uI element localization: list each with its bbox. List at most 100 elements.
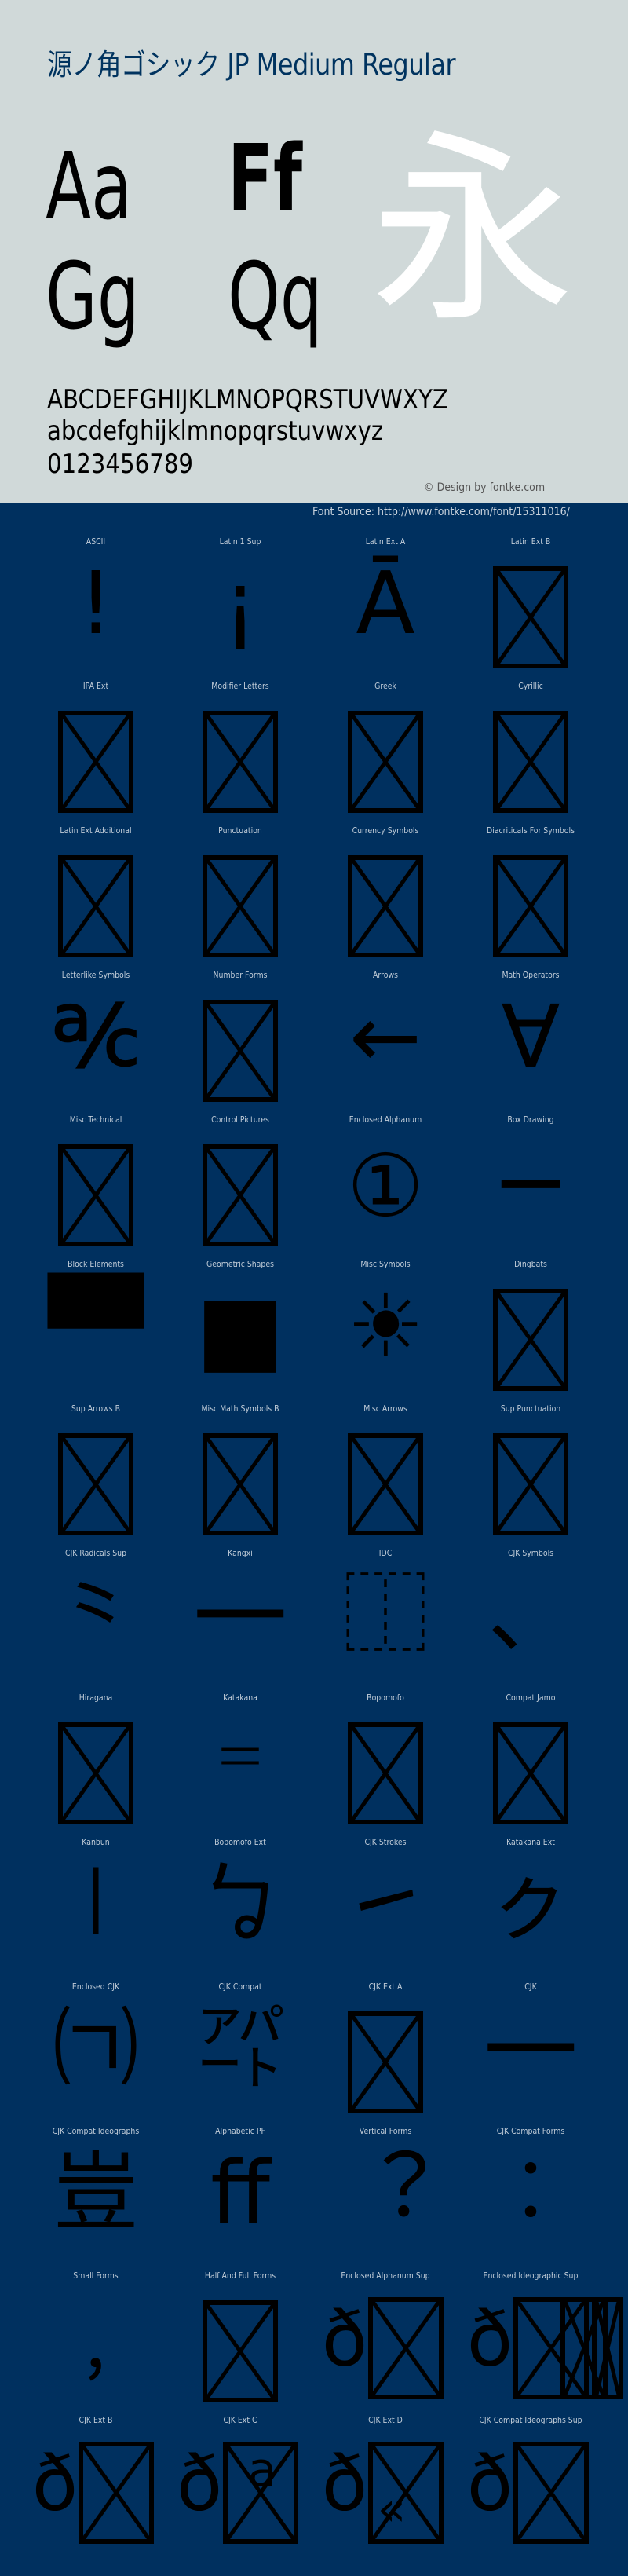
block-label: Math Operators [502, 970, 560, 980]
digits-sample: 0123456789 [47, 448, 194, 480]
glyph-area [168, 841, 312, 959]
block-label: Letterlike Symbols [61, 970, 130, 980]
block-label: ASCII [86, 536, 106, 547]
glyph-area: ð « [313, 2431, 458, 2549]
block-label: Control Pictures [211, 1114, 269, 1125]
missing-glyph-icon [348, 1722, 423, 1824]
unicode-block-cell: CJK Compat Ideographs 豈 [24, 2126, 168, 2270]
glyph-area: ⺀ [24, 1564, 168, 1681]
block-label: Kanbun [82, 1837, 110, 1847]
glyph-area: ゠ [168, 1708, 312, 1826]
block-label: CJK Symbols [507, 1548, 554, 1558]
block-label: Latin Ext B [510, 536, 551, 547]
missing-glyph-icon [58, 855, 133, 957]
block-label: CJK Ext C [223, 2415, 257, 2425]
glyph-area: ⿰ [313, 1564, 458, 1681]
glyph-area: ㇀ [313, 1853, 458, 1970]
block-label: Latin 1 Sup [219, 536, 261, 547]
unicode-block-cell: Alphabetic PF ﬀ [168, 2126, 312, 2270]
missing-glyph-icon [493, 1289, 568, 1391]
glyph-area: ð [24, 2431, 168, 2549]
glyph-area: ㇰ [458, 1853, 603, 1970]
block-label: CJK Compat [218, 1981, 262, 1992]
glyph-sample: 、 [487, 1564, 574, 1665]
font-preview-header: 源ノ角ゴシック JP Medium Regular Aa Ff Gg Qq 永 … [0, 0, 628, 503]
unicode-block-cell: Bopomofo [313, 1692, 458, 1837]
block-label: IPA Ext [82, 681, 109, 691]
block-label: CJK Compat Forms [496, 2126, 565, 2136]
unicode-block-cell: Misc Arrows [313, 1403, 458, 1548]
glyph-area [168, 986, 312, 1103]
glyph-area: ☀ [313, 1275, 458, 1392]
glyph-area: ① [313, 1130, 458, 1248]
font-source-link[interactable]: Font Source: http://www.fontke.com/font/… [312, 506, 570, 518]
glyph-area: ¡ [168, 552, 312, 670]
unicode-block-cell: CJK Radicals Sup ⺀ [24, 1548, 168, 1692]
glyph-area: ︖ [313, 2142, 458, 2259]
glyph-sample: Ā [356, 553, 415, 653]
glyph-sample: ⼀ [193, 1564, 287, 1673]
glyph-area [458, 1708, 603, 1826]
unicode-block-cell: Small Forms ﹐ [24, 2270, 168, 2415]
unicode-block-cell: Katakana ゠ [168, 1692, 312, 1837]
block-label: Latin Ext A [365, 536, 406, 547]
block-label: CJK Ext B [78, 2415, 113, 2425]
unicode-block-cell: Kangxi ⼀ [168, 1548, 312, 1692]
glyph-area [24, 841, 168, 959]
glyph-area: Ā [313, 552, 458, 670]
glyph-area: ㌀ [168, 1997, 312, 2115]
unicode-block-cell: Latin Ext Additional [24, 825, 168, 970]
unicode-block-cell: Latin Ext A Ā [313, 536, 458, 681]
block-label: Diacriticals For Symbols [487, 825, 575, 836]
unicode-block-cell: CJK Strokes ㇀ [313, 1837, 458, 1981]
missing-glyph-icon [368, 2297, 444, 2399]
unicode-block-cell: Box Drawing ─ [458, 1114, 603, 1259]
unicode-block-cell: CJK Ext D ð « [313, 2415, 458, 2560]
block-label: Vertical Forms [359, 2126, 412, 2136]
missing-glyph-icon [493, 1722, 568, 1824]
block-label: Alphabetic PF [215, 2126, 265, 2136]
block-label: Katakana [223, 1692, 257, 1703]
block-label: Sup Punctuation [500, 1403, 561, 1414]
glyph-area: ─ [458, 1130, 603, 1248]
unicode-block-cell: Enclosed Ideographic Sup ð [458, 2270, 623, 2415]
missing-glyph-icon [493, 566, 568, 668]
sample-gg: Gg [46, 242, 140, 350]
missing-glyph-icon [78, 2442, 154, 2544]
glyph-sample: 豈 [53, 2142, 139, 2243]
glyph-area [168, 1130, 312, 1248]
glyph-area [313, 841, 458, 959]
block-label: Hiragana [78, 1692, 113, 1703]
unicode-block-cell: Control Pictures [168, 1114, 312, 1259]
block-label: CJK Compat Ideographs Sup [479, 2415, 582, 2425]
glyph-sample: ─ [502, 1130, 560, 1239]
glyph-area: ㆠ [168, 1853, 312, 1970]
unicode-block-cell: Geometric Shapes ■ [168, 1259, 312, 1403]
unicode-block-cell: Diacriticals For Symbols [458, 825, 603, 970]
glyph-area [313, 1419, 458, 1537]
block-label: Enclosed Alphanum [349, 1114, 422, 1125]
glyph-area [313, 1708, 458, 1826]
block-label: Cyrillic [518, 681, 543, 691]
unicode-block-cell: Hiragana [24, 1692, 168, 1837]
glyph-sample: ゠ [197, 1709, 283, 1809]
glyph-area [313, 1997, 458, 2115]
glyph-area [313, 697, 458, 814]
missing-glyph-icon [58, 711, 133, 813]
glyph-sample: ¡ [222, 553, 258, 653]
block-label: Misc Math Symbols B [201, 1403, 279, 1414]
block-label: Number Forms [213, 970, 268, 980]
glyph-area: ▀ [24, 1275, 168, 1392]
glyph-area [168, 697, 312, 814]
glyph-area: ﬀ [168, 2142, 312, 2259]
glyph-sample: ︰ [487, 2142, 574, 2243]
missing-glyph-icon [203, 711, 278, 813]
font-title: 源ノ角ゴシック JP Medium Regular [47, 48, 456, 82]
missing-glyph-icon [348, 1433, 423, 1535]
sample-kanji: 永 [371, 113, 575, 350]
unicode-block-cell: Block Elements ▀ [24, 1259, 168, 1403]
block-label: Misc Arrows [363, 1403, 407, 1414]
glyph-sample: ■ [195, 1275, 285, 1384]
glyph-sample: ! [78, 553, 114, 653]
copyright-text: © Design by fontke.com [424, 481, 546, 494]
